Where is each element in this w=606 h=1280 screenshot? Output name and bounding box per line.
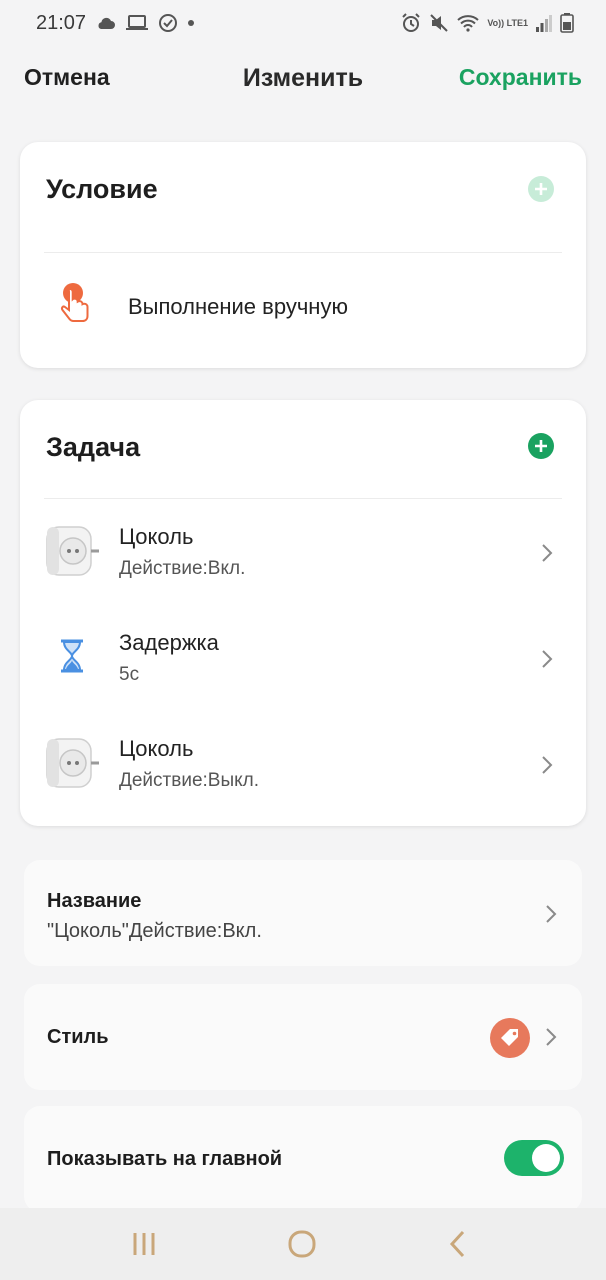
tag-icon [490, 1018, 530, 1058]
plus-icon [535, 440, 547, 452]
mute-icon [429, 13, 449, 33]
hand-tap-icon [54, 276, 98, 330]
task-subtitle-3: Действие:Выкл. [119, 770, 260, 791]
add-condition-button[interactable] [528, 176, 554, 202]
back-icon[interactable] [448, 1230, 468, 1263]
recent-apps-icon[interactable] [132, 1230, 156, 1263]
task-title-3: Цоколь [119, 736, 194, 761]
task-title: Задача [46, 432, 141, 462]
cloud-icon [96, 16, 116, 30]
task-title-1: Цоколь [119, 524, 194, 549]
alarm-icon [401, 13, 421, 33]
status-bar: 21:07 Vo)) LTE1 [0, 0, 606, 46]
toggle-knob [532, 1144, 560, 1172]
dot-icon [188, 20, 195, 26]
chevron-right-icon [546, 905, 557, 923]
divider [44, 498, 562, 499]
task-subtitle-1: Действие:Вкл. [119, 558, 246, 579]
check-circle-icon [158, 13, 178, 33]
home-icon[interactable] [287, 1230, 317, 1263]
name-label: Название [47, 890, 142, 912]
divider [44, 252, 562, 253]
name-value: "Цоколь"Действие:Вкл. [47, 920, 262, 942]
style-setting[interactable]: Стиль [24, 984, 582, 1090]
chevron-right-icon [546, 1028, 557, 1046]
header: Отмена Изменить Сохранить [0, 56, 606, 104]
chevron-right-icon [542, 544, 553, 562]
condition-title: Условие [46, 174, 158, 204]
chevron-right-icon [542, 650, 553, 668]
laptop-icon [126, 15, 149, 31]
task-subtitle-2: 5с [119, 664, 140, 685]
task-row[interactable]: Задержка 5с [20, 608, 586, 708]
style-label: Стиль [47, 1026, 109, 1048]
chevron-right-icon [542, 756, 553, 774]
condition-manual-label: Выполнение вручную [128, 294, 348, 319]
smart-plug-icon [42, 732, 102, 792]
hourglass-icon [42, 626, 102, 686]
signal-icon [536, 14, 552, 32]
task-row[interactable]: Цоколь Действие:Выкл. [20, 714, 586, 814]
network-label: Vo)) LTE1 [487, 17, 528, 28]
save-button[interactable]: Сохранить [459, 64, 582, 91]
show-home-setting: Показывать на главной [24, 1106, 582, 1212]
battery-icon [560, 13, 574, 33]
task-card: Задача Цоколь Действие:Вкл. Задержка 5с … [20, 400, 586, 826]
smart-plug-icon [42, 520, 102, 580]
task-title-2: Задержка [119, 630, 219, 655]
name-setting[interactable]: Название "Цоколь"Действие:Вкл. [24, 860, 582, 966]
system-nav-bar [0, 1208, 606, 1280]
condition-card: Условие Выполнение вручную [20, 142, 586, 368]
plus-icon [535, 183, 547, 195]
condition-manual-row[interactable]: Выполнение вручную [20, 256, 586, 356]
wifi-icon [457, 14, 479, 32]
add-task-button[interactable] [528, 433, 554, 459]
task-row[interactable]: Цоколь Действие:Вкл. [20, 502, 586, 602]
show-home-label: Показывать на главной [47, 1148, 283, 1170]
show-home-toggle[interactable] [504, 1140, 564, 1176]
status-time: 21:07 [36, 11, 87, 34]
